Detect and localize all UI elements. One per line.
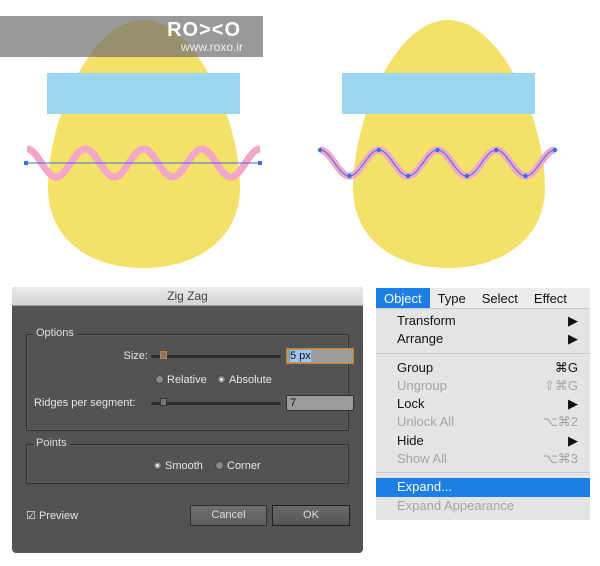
- menu-effect[interactable]: Effect: [526, 288, 575, 308]
- points-group: Points Smooth Corner: [26, 437, 349, 484]
- submenu-arrow-icon: ▶: [568, 432, 578, 448]
- corner-radio[interactable]: Corner: [215, 460, 261, 472]
- anchor-point: [347, 173, 352, 179]
- egg-left: [48, 20, 240, 268]
- submenu-arrow-icon: ▶: [568, 313, 578, 328]
- radio-icon: [215, 461, 224, 470]
- checkmark-icon: ☑: [26, 510, 36, 522]
- radio-selected-icon: [217, 375, 226, 384]
- smooth-radio[interactable]: Smooth: [153, 460, 203, 472]
- menu-select[interactable]: Select: [474, 288, 526, 308]
- menu-separator: [376, 352, 590, 354]
- radio-icon: [155, 375, 164, 384]
- ridges-slider-thumb[interactable]: [160, 398, 167, 406]
- watermark: RO><O www.roxo.ir: [0, 16, 263, 57]
- anchor-point: [405, 173, 411, 179]
- preview-checkbox[interactable]: ☑ Preview: [26, 509, 78, 522]
- watermark-url: www.roxo.ir: [180, 40, 243, 54]
- anchor-point: [464, 173, 470, 179]
- anchor-point: [376, 147, 381, 153]
- menu-item-show-all: Show All ⌥⌘3: [397, 451, 578, 467]
- radio-selected-icon: [153, 461, 162, 470]
- anchor-point: [523, 173, 528, 179]
- ridges-label: Ridges per segment:: [34, 397, 136, 409]
- menu-separator: [376, 472, 590, 474]
- menu-item-arrange[interactable]: Arrange ▶: [376, 330, 590, 348]
- menu-item-ungroup: Ungroup ⇧⌘G: [397, 377, 578, 393]
- cancel-button[interactable]: Cancel: [190, 505, 267, 526]
- ridges-input[interactable]: 7: [286, 395, 354, 411]
- ridges-slider[interactable]: [151, 402, 281, 405]
- anchor-point: [24, 161, 28, 165]
- size-slider-thumb[interactable]: [160, 351, 167, 359]
- ok-button[interactable]: OK: [272, 505, 350, 526]
- submenu-arrow-icon: ▶: [568, 396, 578, 412]
- menu-item-expand-appearance: Expand Appearance: [397, 497, 515, 513]
- menu-item-hide[interactable]: Hide ▶: [376, 432, 590, 450]
- size-input[interactable]: 5 px: [286, 348, 354, 364]
- watermark-logo: RO><O: [167, 19, 241, 41]
- size-label: Size:: [123, 350, 148, 362]
- anchor-point: [258, 161, 262, 165]
- menu-item-expand[interactable]: Expand...: [376, 478, 590, 497]
- options-label: Options: [33, 327, 77, 339]
- menu-item-lock[interactable]: Lock ▶: [376, 395, 590, 413]
- egg-right: [353, 20, 545, 268]
- options-group: Options Size: 5 px Relative Absolute Rid…: [26, 327, 354, 431]
- band-right: [342, 73, 535, 114]
- size-slider[interactable]: [151, 355, 281, 358]
- submenu-arrow-icon: ▶: [568, 331, 578, 347]
- object-menu: Object Type Select Effect Transform ▶ Arr…: [376, 288, 590, 520]
- dialog-title: Zig Zag: [12, 287, 363, 306]
- menu-item-group[interactable]: Group ⌘G: [376, 359, 590, 377]
- absolute-radio[interactable]: Absolute: [217, 374, 272, 386]
- points-label: Points: [33, 437, 70, 449]
- relative-radio[interactable]: Relative: [155, 374, 207, 386]
- menu-type[interactable]: Type: [430, 288, 474, 308]
- band-left: [47, 73, 240, 114]
- anchor-point: [494, 147, 499, 153]
- zigzag-dialog: Zig Zag Options Size: 5 px Relative Abso…: [12, 287, 363, 553]
- anchor-point: [435, 147, 440, 153]
- menu-item-transform[interactable]: Transform ▶: [376, 312, 590, 330]
- menu-bar: Object Type Select Effect: [376, 288, 590, 309]
- anchor-point: [552, 147, 558, 153]
- anchor-point: [317, 147, 323, 153]
- menu-item-unlock-all: Unlock All ⌥⌘2: [397, 414, 578, 430]
- menu-object[interactable]: Object: [376, 288, 430, 308]
